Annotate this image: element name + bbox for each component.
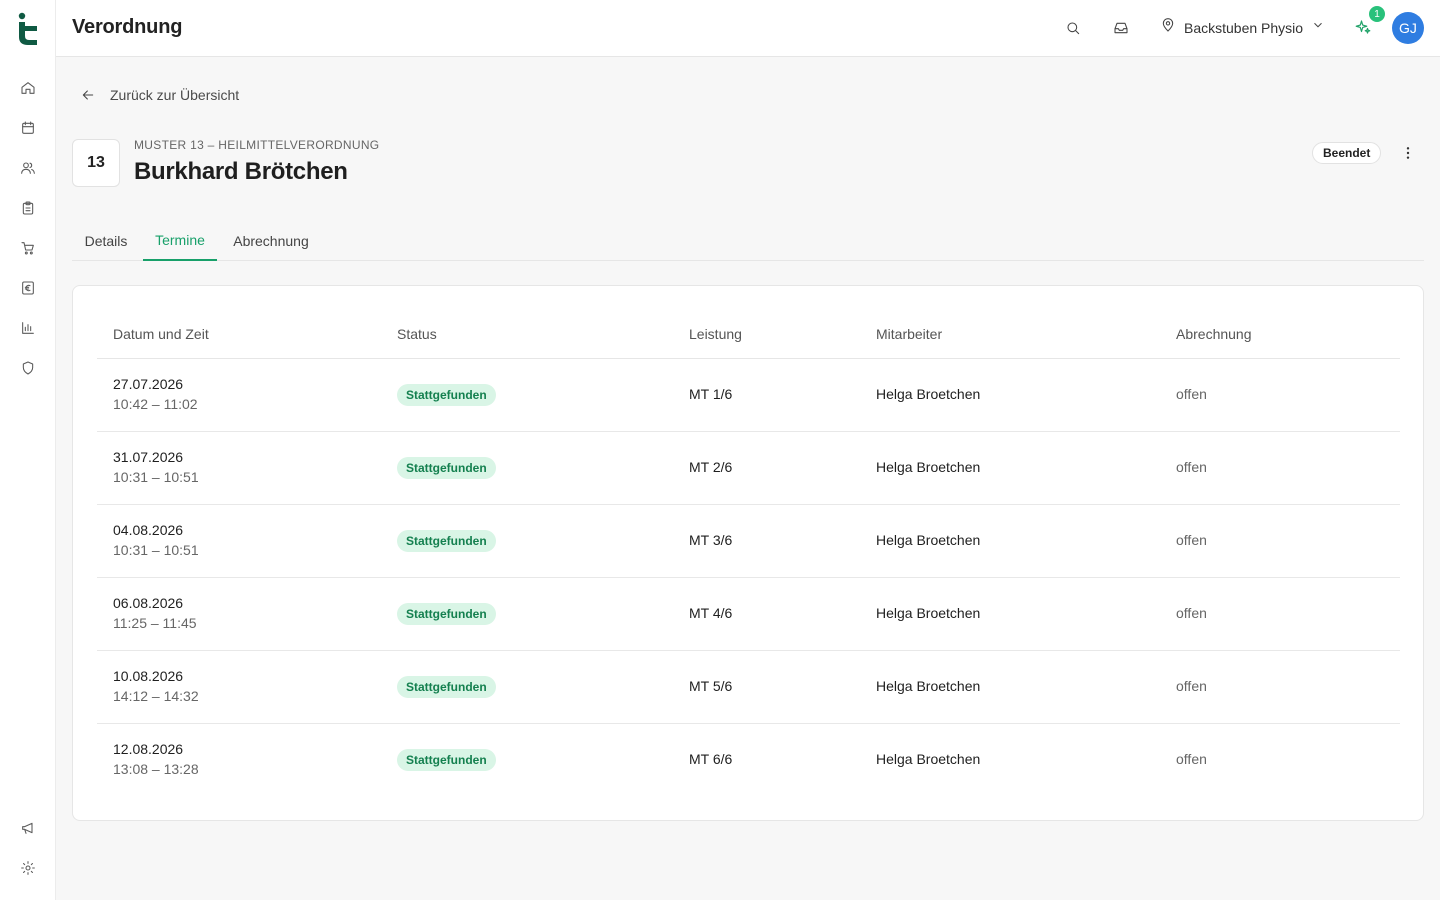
prescription-number: 13 (72, 139, 120, 187)
search-icon[interactable] (1063, 18, 1083, 38)
more-options-icon[interactable] (1398, 143, 1418, 163)
appointment-time: 13:08 – 13:28 (113, 761, 199, 777)
page-title: Verordnung (72, 16, 183, 38)
appointment-time: 10:31 – 10:51 (113, 469, 199, 485)
prescription-type: MUSTER 13 – HEILMITTELVERORDNUNG (134, 138, 380, 152)
chevron-down-icon (1311, 18, 1325, 37)
megaphone-icon[interactable] (18, 818, 38, 838)
staff-cell: Helga Broetchen (876, 678, 981, 694)
billing-cell: offen (1176, 751, 1207, 767)
euro-icon[interactable] (18, 278, 38, 298)
back-link[interactable]: Zurück zur Übersicht (80, 87, 239, 103)
status-badge: Stattgefunden (397, 457, 496, 479)
table-row[interactable]: 31.07.2026 10:31 – 10:51 Stattgefunden M… (97, 432, 1400, 505)
gear-icon[interactable] (18, 858, 38, 878)
appointment-time: 10:42 – 11:02 (113, 396, 198, 412)
column-header: Status (397, 326, 437, 342)
table-row[interactable]: 27.07.2026 10:42 – 11:02 Stattgefunden M… (97, 359, 1400, 432)
table-row[interactable]: 04.08.2026 10:31 – 10:51 Stattgefunden M… (97, 505, 1400, 578)
service-cell: MT 6/6 (689, 751, 733, 767)
status-badge: Stattgefunden (397, 676, 496, 698)
appointment-time: 10:31 – 10:51 (113, 542, 199, 558)
billing-cell: offen (1176, 605, 1207, 621)
billing-cell: offen (1176, 678, 1207, 694)
column-header: Datum und Zeit (113, 326, 209, 342)
staff-cell: Helga Broetchen (876, 532, 981, 548)
user-avatar[interactable]: GJ (1392, 12, 1424, 44)
status-badge: Stattgefunden (397, 749, 496, 771)
appointment-time: 11:25 – 11:45 (113, 615, 197, 631)
chart-icon[interactable] (18, 318, 38, 338)
staff-cell: Helga Broetchen (876, 386, 981, 402)
map-pin-icon (1160, 17, 1176, 38)
appointment-time: 14:12 – 14:32 (113, 688, 199, 704)
shield-icon[interactable] (18, 358, 38, 378)
status-badge: Stattgefunden (397, 603, 496, 625)
billing-cell: offen (1176, 386, 1207, 402)
tab-details[interactable]: Details (84, 222, 128, 261)
status-badge: Beendet (1312, 142, 1382, 164)
column-header: Leistung (689, 326, 742, 342)
status-badge: Stattgefunden (397, 530, 496, 552)
tab-termine[interactable]: Termine (143, 222, 217, 261)
status-badge: Stattgefunden (397, 384, 496, 406)
arrow-left-icon (82, 90, 94, 100)
sidebar (0, 0, 56, 900)
service-cell: MT 1/6 (689, 386, 733, 402)
location-selector[interactable]: Backstuben Physio (1160, 17, 1325, 38)
appointment-date: 06.08.2026 (113, 595, 184, 611)
column-header: Abrechnung (1176, 326, 1252, 342)
appointment-date: 10.08.2026 (113, 668, 184, 684)
table-row[interactable]: 10.08.2026 14:12 – 14:32 Stattgefunden M… (97, 651, 1400, 724)
billing-cell: offen (1176, 459, 1207, 475)
column-header: Mitarbeiter (876, 326, 943, 342)
patient-name: Burkhard Brötchen (134, 158, 348, 185)
service-cell: MT 5/6 (689, 678, 733, 694)
staff-cell: Helga Broetchen (876, 459, 981, 475)
calendar-icon[interactable] (18, 118, 38, 138)
appointment-date: 31.07.2026 (113, 449, 184, 465)
appointments-card: Datum und Zeit Status Leistung Mitarbeit… (72, 285, 1424, 821)
app-logo[interactable] (16, 12, 40, 46)
staff-cell: Helga Broetchen (876, 751, 981, 767)
appointment-date: 27.07.2026 (113, 376, 184, 392)
table-row[interactable]: 06.08.2026 11:25 – 11:45 Stattgefunden M… (97, 578, 1400, 651)
back-link-label: Zurück zur Übersicht (110, 87, 240, 103)
appointment-date: 04.08.2026 (113, 522, 184, 538)
cart-icon[interactable] (18, 238, 38, 258)
tab-abrechnung[interactable]: Abrechnung (232, 222, 310, 261)
staff-cell: Helga Broetchen (876, 605, 981, 621)
inbox-icon[interactable] (1111, 18, 1131, 38)
users-icon[interactable] (18, 158, 38, 178)
notification-badge: 1 (1369, 6, 1385, 22)
home-icon[interactable] (18, 78, 38, 98)
service-cell: MT 2/6 (689, 459, 733, 475)
tab-bar: Details Termine Abrechnung (72, 222, 1424, 261)
service-cell: MT 4/6 (689, 605, 733, 621)
table-row[interactable]: 12.08.2026 13:08 – 13:28 Stattgefunden M… (97, 724, 1400, 797)
location-label: Backstuben Physio (1184, 19, 1304, 36)
billing-cell: offen (1176, 532, 1207, 548)
top-header: Verordnung Backstuben Physio 1 GJ (56, 0, 1440, 57)
service-cell: MT 3/6 (689, 532, 733, 548)
sparkle-icon[interactable] (1354, 18, 1374, 38)
clipboard-icon[interactable] (18, 198, 38, 218)
appointment-date: 12.08.2026 (113, 741, 184, 757)
